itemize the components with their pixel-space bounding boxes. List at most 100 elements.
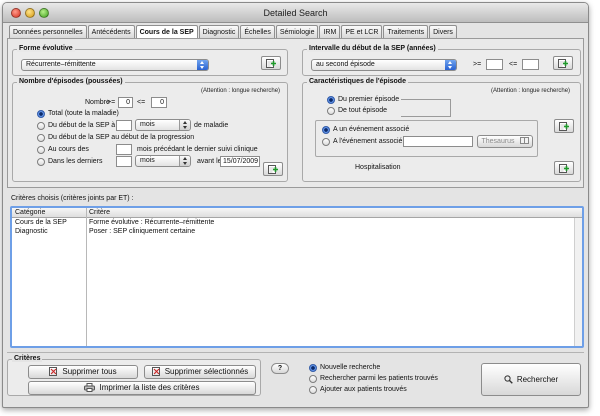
tab-donnees-personnelles[interactable]: Données personnelles [9, 25, 87, 39]
intervalle-lte-label: <= [509, 61, 518, 68]
tab-diagnostic[interactable]: Diagnostic [198, 25, 240, 39]
table-row[interactable]: Cours de la SEP Forme évolutive : Récurr… [12, 219, 574, 228]
row-categorie: Cours de la SEP [15, 219, 67, 226]
episode-connector-line [401, 109, 451, 117]
intervalle-min-field[interactable] [486, 59, 503, 70]
add-criterion-icon [559, 164, 569, 173]
radio-nouvelle-recherche[interactable] [309, 364, 317, 372]
period-unit-select-2[interactable]: mois [135, 155, 191, 167]
intervalle-gte-label: >= [473, 61, 482, 68]
thesaurus-button[interactable]: Thesaurus [477, 135, 533, 148]
tab-irm[interactable]: IRM [319, 25, 341, 39]
dans-les-derniers-field[interactable] [116, 156, 132, 167]
mois-precedant-label: mois précédant le dernier suivi clinique [137, 146, 258, 153]
imprimer-liste-label: Imprimer la liste des critères [99, 383, 200, 392]
intervalle-title: Intervalle du début de la SEP (années) [307, 45, 438, 52]
help-button[interactable]: ? [271, 363, 289, 374]
nombre-lte-label: <= [137, 99, 146, 106]
tab-echelles[interactable]: Échelles [240, 25, 275, 39]
tab-antecedents[interactable]: Antécédents [87, 25, 135, 39]
vertical-scrollbar[interactable] [574, 218, 582, 346]
period-unit-2-value: mois [140, 157, 155, 164]
criteres-title: Critères [12, 355, 43, 362]
add-intervalle-button[interactable] [553, 56, 573, 70]
table-row[interactable]: Diagnostic Poser : SEP cliniquement cert… [12, 228, 574, 237]
supprimer-tous-label: Supprimer tous [62, 367, 117, 376]
caracteristiques-title: Caractéristiques de l'épisode [307, 78, 408, 85]
nombre-max-field[interactable]: 0 [151, 97, 167, 108]
radio-tout-episode[interactable] [327, 107, 335, 115]
caracteristiques-warning: (Attention : longue recherche) [491, 88, 571, 94]
radio-ajouter-patients[interactable] [309, 386, 317, 394]
tab-traitements[interactable]: Traitements [383, 25, 429, 39]
intervalle-select[interactable]: au second épisode [311, 59, 457, 71]
radio-evenement-associe-label: A l'événement associé [333, 138, 403, 145]
radio-nouvelle-recherche-label: Nouvelle recherche [320, 364, 381, 371]
radio-rechercher-parmi-label: Rechercher parmi les patients trouvés [320, 375, 438, 382]
radio-premier-episode[interactable] [327, 96, 335, 104]
select-arrows-icon [179, 120, 190, 130]
hospitalisation-label: Hospitalisation [355, 164, 401, 171]
tab-semiologie[interactable]: Sémiologie [275, 25, 319, 39]
tab-pe-et-lcr[interactable]: PE et LCR [341, 25, 383, 39]
period-unit-select-1[interactable]: mois [135, 119, 191, 131]
select-arrows-icon [445, 60, 456, 70]
supprimer-selectionnes-button[interactable]: Supprimer sélectionnés [144, 365, 256, 379]
intervalle-value: au second épisode [316, 61, 375, 68]
forme-evolutive-title: Forme évolutive [17, 45, 75, 52]
add-criterion-icon [268, 165, 278, 174]
imprimer-liste-button[interactable]: Imprimer la liste des critères [28, 381, 256, 395]
debut-sep-a-field[interactable] [116, 120, 132, 131]
radio-dans-les-derniers[interactable] [37, 158, 45, 166]
radio-un-evenement-associe[interactable] [322, 126, 330, 134]
column-categorie[interactable]: Catégorie [15, 209, 45, 216]
add-evenement-button[interactable] [554, 119, 574, 133]
radio-evenement-associe[interactable] [322, 138, 330, 146]
bottom-separator [7, 352, 584, 353]
add-forme-evolutive-button[interactable] [261, 56, 281, 70]
window-title: Detailed Search [263, 8, 328, 18]
column-critere[interactable]: Critère [89, 209, 110, 216]
criteres-table[interactable]: Catégorie Critère Cours de la SEP Forme … [10, 206, 584, 348]
caracteristiques-group: Caractéristiques de l'épisode (Attention… [302, 78, 581, 182]
rechercher-label: Rechercher [516, 375, 559, 384]
intervalle-group: Intervalle du début de la SEP (années) a… [302, 45, 581, 76]
radio-rechercher-parmi[interactable] [309, 375, 317, 383]
radio-un-evenement-associe-label: A un événement associé [333, 126, 410, 133]
criteres-choisis-label: Critères choisis (critères joints par ET… [11, 195, 134, 202]
radio-total[interactable] [37, 110, 45, 118]
nombre-episodes-group: Nombre d'épisodes (poussées) (Attention … [12, 78, 288, 182]
printer-icon [84, 383, 96, 393]
table-header: Catégorie Critère [12, 208, 582, 218]
radio-au-cours-des[interactable] [37, 146, 45, 154]
nombre-episodes-title: Nombre d'épisodes (poussées) [17, 78, 125, 85]
tab-cours-de-la-sep[interactable]: Cours de la SEP [135, 25, 198, 39]
evenement-associe-field[interactable] [403, 136, 473, 147]
radio-ajouter-patients-label: Ajouter aux patients trouvés [320, 386, 407, 393]
date-field[interactable]: 15/07/2009 [220, 156, 260, 167]
forme-evolutive-select[interactable]: Récurrente–rémittente [21, 59, 209, 71]
intervalle-max-field[interactable] [522, 59, 539, 70]
nombre-min-field[interactable]: 0 [118, 97, 133, 108]
add-criterion-icon [266, 59, 276, 68]
radio-debut-sep-a-label: Du début de la SEP à [48, 122, 116, 129]
nombre-gte-label: >= [107, 99, 116, 106]
period-unit-1-value: mois [140, 121, 155, 128]
radio-total-label: Total (toute la maladie) [48, 110, 119, 117]
radio-debut-sep-a[interactable] [37, 122, 45, 130]
forme-evolutive-value: Récurrente–rémittente [26, 61, 96, 68]
radio-premier-episode-label: Du premier épisode [338, 96, 400, 103]
delete-list-icon [49, 367, 58, 377]
add-criterion-icon [559, 122, 569, 131]
add-episodes-button[interactable] [263, 162, 283, 176]
radio-debut-progression-label: Du début de la SEP au début de la progre… [48, 134, 195, 141]
au-cours-des-field[interactable] [116, 144, 132, 155]
add-hospitalisation-button[interactable] [554, 161, 574, 175]
episode-connector-line [401, 99, 451, 109]
supprimer-tous-button[interactable]: Supprimer tous [28, 365, 138, 379]
tab-divers[interactable]: Divers [429, 25, 457, 39]
radio-au-cours-des-label: Au cours des [48, 146, 89, 153]
radio-debut-progression[interactable] [37, 134, 45, 142]
rechercher-button[interactable]: Rechercher [481, 363, 581, 396]
row-categorie: Diagnostic [15, 228, 48, 235]
